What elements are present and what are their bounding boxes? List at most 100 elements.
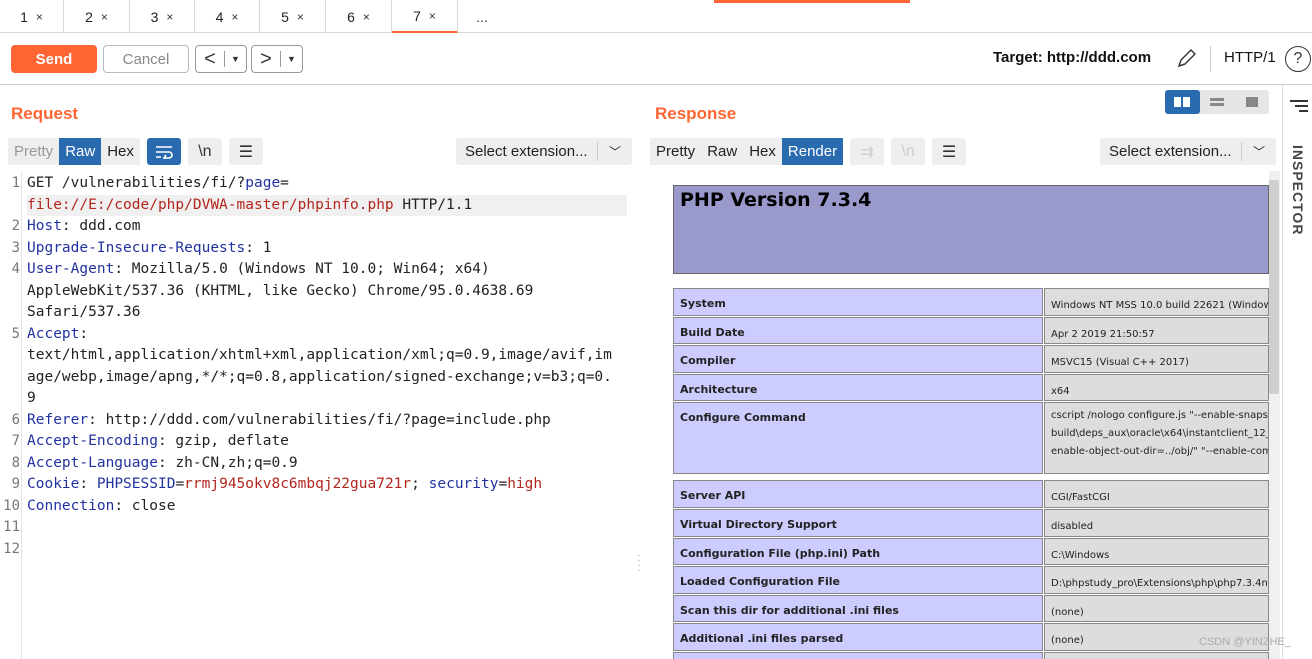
newline-toggle: \n	[891, 138, 926, 165]
close-icon[interactable]: ×	[429, 9, 436, 23]
code-line[interactable]: text/html,application/xhtml+xml,applicat…	[27, 345, 627, 367]
code-line[interactable]: Accept-Encoding: gzip, deflate	[27, 431, 627, 453]
tab-3[interactable]: 3 ×	[130, 0, 195, 33]
tab-2[interactable]: 2 ×	[64, 0, 130, 33]
close-icon[interactable]: ×	[363, 10, 370, 24]
request-view-pretty[interactable]: Pretty	[8, 138, 60, 165]
tab-more-button[interactable]: ...	[462, 0, 502, 33]
response-view-hex[interactable]: Hex	[743, 138, 782, 165]
inspector-label[interactable]: INSPECTOR	[1290, 145, 1306, 235]
code-line[interactable]: User-Agent: Mozilla/5.0 (Windows NT 10.0…	[27, 259, 627, 281]
close-icon[interactable]: ×	[297, 10, 304, 24]
code-text: : zh-CN,zh;q=0.9	[157, 454, 298, 471]
back-button[interactable]: < ▼	[195, 45, 247, 73]
tab-4[interactable]: 4 ×	[195, 0, 260, 33]
row-value: D:\phpstudy_pro\Extensions\php\php7.3.4n…	[1044, 566, 1269, 594]
code-line[interactable]: Accept:	[27, 324, 627, 346]
line-number: 5	[11, 325, 20, 342]
table-row: Compiler MSVC15 (Visual C++ 2017)	[673, 345, 1269, 374]
value-line: build\deps_aux\oracle\x64\instantclient_…	[1051, 428, 1269, 440]
code-line[interactable]: file://E:/code/php/DVWA-master/phpinfo.p…	[27, 194, 627, 216]
response-view-raw[interactable]: Raw	[701, 138, 744, 165]
table-row: Build Date Apr 2 2019 21:50:57	[673, 316, 1269, 346]
close-icon[interactable]: ×	[166, 10, 173, 24]
code-line[interactable]: AppleWebKit/537.36 (KHTML, like Gecko) C…	[27, 281, 627, 303]
code-line[interactable]: 9	[27, 388, 627, 410]
row-value: cscript /nologo configure.js "--enable-s…	[1044, 402, 1269, 475]
row-value: CGI/FastCGI	[1044, 480, 1269, 508]
header-name: Accept-Encoding	[27, 433, 158, 449]
menu-icon[interactable]: ☰	[228, 138, 263, 165]
response-view-render[interactable]: Render	[781, 138, 844, 165]
code-line[interactable]: Upgrade-Insecure-Requests: 1	[27, 238, 627, 260]
cancel-button[interactable]: Cancel	[103, 45, 189, 73]
send-button[interactable]: Send	[11, 45, 97, 73]
header-value: file://E:/code/php/DVWA-master/phpinfo.p…	[27, 196, 394, 213]
code-line[interactable]: GET /vulnerabilities/fi/?page=	[27, 173, 627, 195]
menu-icon[interactable]: ☰	[932, 138, 967, 165]
tab-7[interactable]: 7 ×	[392, 0, 458, 33]
dropdown-arrow-icon[interactable]: ▼	[281, 54, 302, 64]
hamburger-icon[interactable]	[1290, 100, 1308, 115]
newline-toggle[interactable]: \n	[187, 138, 222, 165]
request-view-raw[interactable]: Raw	[59, 138, 102, 165]
layout-stacked-icon[interactable]	[1200, 90, 1235, 114]
close-icon[interactable]: ×	[231, 10, 238, 24]
pencil-icon[interactable]	[1175, 46, 1199, 70]
value-line: x64	[1051, 385, 1070, 397]
layout-side-by-side-icon[interactable]	[1165, 90, 1200, 114]
help-icon[interactable]: ?	[1285, 46, 1311, 72]
dropdown-arrow-icon[interactable]: ▼	[225, 54, 246, 64]
close-icon[interactable]: ×	[36, 10, 43, 24]
table-row: Scan this dir for additional .ini files (…	[673, 594, 1269, 624]
value-line: MSVC15 (Visual C++ 2017)	[1051, 357, 1189, 369]
value-line: enable-object-out-dir=../obj/" "--enable…	[1051, 446, 1269, 458]
request-editor[interactable]: 1 GET /vulnerabilities/fi/?page= file://E:…	[0, 171, 632, 659]
code-line[interactable]: age/webp,image/apng,*/*;q=0.8,applicatio…	[27, 367, 627, 389]
layout-tabbed-icon[interactable]	[1234, 90, 1269, 114]
header-name: Cookie	[27, 476, 80, 492]
row-key: Virtual Directory Support	[673, 509, 1043, 537]
scrollbar-thumb[interactable]	[1269, 180, 1279, 394]
row-key: Configure Command	[673, 402, 1043, 475]
wrap-lines-icon[interactable]	[146, 138, 181, 165]
code-text: : Mozilla/5.0 (Windows NT 10.0; Win64; x…	[114, 261, 490, 277]
value-line: (none)	[1051, 606, 1084, 618]
code-text: :	[79, 476, 97, 492]
code-line[interactable]: Referer: http://ddd.com/vulnerabilities/…	[27, 410, 627, 432]
line-number: 12	[3, 540, 20, 557]
tab-6[interactable]: 6 ×	[326, 0, 392, 33]
tab-5[interactable]: 5 ×	[260, 0, 326, 33]
select-extension-label: Select extension...	[1109, 143, 1232, 160]
code-text: AppleWebKit/537.36 (KHTML, like Gecko) C…	[27, 282, 534, 299]
row-key: Loaded Configuration File	[673, 566, 1043, 594]
target-label: Target: http://ddd.com	[993, 49, 1152, 66]
table-row: System Windows NT MSS 10.0 build 22621 (W…	[673, 288, 1269, 317]
line-number: 10	[3, 497, 20, 514]
response-select-extension[interactable]: Select extension... ﹀	[1100, 138, 1276, 165]
code-line[interactable]: Cookie: PHPSESSID=rrmj945okv8c6mbqj22gua…	[27, 474, 627, 496]
request-select-extension[interactable]: Select extension... ﹀	[456, 138, 632, 165]
response-view-pretty[interactable]: Pretty	[650, 138, 702, 165]
http-version[interactable]: HTTP/1	[1224, 49, 1276, 66]
row-key: Additional .ini files parsed	[673, 623, 1043, 651]
code-line[interactable]: Host: ddd.com	[27, 216, 627, 238]
request-view-hex[interactable]: Hex	[101, 138, 140, 165]
code-text: age/webp,image/apng,*/*;q=0.8,applicatio…	[27, 368, 612, 385]
row-key: Scan this dir for additional .ini files	[673, 594, 1043, 623]
code-line[interactable]: Safari/537.36	[27, 302, 627, 324]
code-text: ;	[411, 476, 429, 492]
forward-button[interactable]: > ▼	[251, 45, 303, 73]
tab-1[interactable]: 1 ×	[0, 0, 64, 33]
response-title: Response	[655, 104, 737, 123]
line-number: 6	[11, 411, 20, 428]
row-value: 20180731	[1044, 652, 1269, 659]
close-icon[interactable]: ×	[101, 10, 108, 24]
php-version-title: PHP Version 7.3.4	[680, 189, 872, 211]
code-line[interactable]: Accept-Language: zh-CN,zh;q=0.9	[27, 453, 627, 475]
header-value: high	[507, 476, 543, 492]
divider	[1210, 46, 1211, 72]
code-line[interactable]: Connection: close	[27, 496, 627, 518]
code-text: : gzip, deflate	[157, 433, 289, 449]
row-key: Architecture	[673, 373, 1043, 402]
